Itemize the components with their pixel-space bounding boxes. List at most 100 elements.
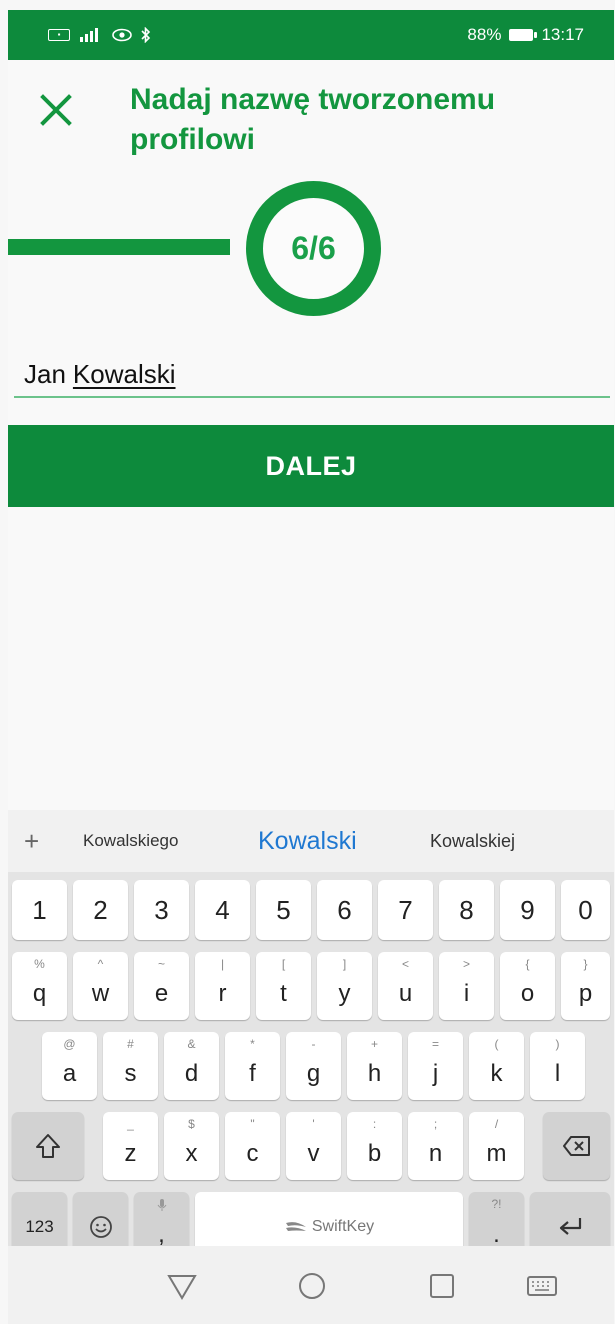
next-button[interactable]: DALEJ (8, 425, 614, 507)
key-label: x (185, 1140, 198, 1167)
key-f[interactable]: * f (225, 1032, 280, 1100)
key-label: z (124, 1140, 137, 1167)
key-label: i (463, 980, 470, 1007)
bluetooth-icon (141, 27, 151, 43)
key-label: a (62, 1060, 77, 1087)
space-label: SwiftKey (311, 1218, 375, 1235)
key-x[interactable]: $ x (164, 1112, 219, 1180)
signal-icon (80, 28, 98, 42)
key-label: u (398, 980, 413, 1007)
shift-key[interactable] (12, 1112, 84, 1180)
key-label: e (154, 980, 169, 1007)
key-o[interactable]: {o (500, 952, 555, 1020)
key-z[interactable]: _ z (103, 1112, 158, 1180)
key-1[interactable]: 1 (12, 880, 67, 940)
suggestion-right[interactable]: Kowalskiej (430, 810, 515, 872)
key-label: r (218, 980, 227, 1007)
status-icons: ▪ (48, 27, 152, 43)
swiftkey-logo-icon (285, 1222, 306, 1231)
mic-icon (157, 1199, 166, 1211)
key-alt: ( (494, 1037, 499, 1051)
key-2[interactable]: 2 (73, 880, 128, 940)
close-icon (40, 94, 72, 126)
clock: 13:17 (541, 25, 584, 44)
shift-icon (36, 1134, 60, 1158)
key-label: m (486, 1140, 507, 1167)
key-alt: $ (188, 1117, 195, 1131)
key-alt: [ (281, 957, 286, 971)
key-alt: : (372, 1117, 377, 1131)
name-first-word: Jan (24, 359, 66, 389)
key-b[interactable]: :b (347, 1112, 402, 1180)
key-w[interactable]: ^ w (73, 952, 128, 1020)
key-alt: > (462, 957, 470, 971)
key-alt: ^ (97, 957, 104, 971)
key-0[interactable]: 0 (561, 880, 610, 940)
key-m[interactable]: / m (469, 1112, 524, 1180)
period-alt: ?! (491, 1197, 502, 1211)
progress-track (8, 239, 230, 255)
key-l[interactable]: ) l (530, 1032, 585, 1100)
plus-icon[interactable]: + (24, 826, 39, 857)
header: Nadaj nazwę tworzonemu profilowi (8, 60, 614, 190)
key-alt: _ (127, 1117, 134, 1131)
key-label: s (124, 1060, 137, 1087)
emoji-icon (89, 1216, 112, 1238)
page-title: Nadaj nazwę tworzonemu profilowi (130, 83, 496, 156)
key-8[interactable]: 8 (439, 880, 494, 940)
key-label: k (490, 1060, 503, 1087)
key-3[interactable]: 3 (134, 880, 189, 940)
key-s[interactable]: # s (103, 1032, 158, 1100)
key-c[interactable]: " c (225, 1112, 280, 1180)
key-k[interactable]: (k (469, 1032, 524, 1100)
key-a[interactable]: @ a (42, 1032, 97, 1100)
key-label: p (578, 980, 593, 1007)
key-label: n (428, 1140, 443, 1167)
key-4[interactable]: 4 (195, 880, 250, 940)
close-button[interactable] (34, 88, 78, 132)
key-label: o (520, 980, 535, 1007)
key-h[interactable]: + h (347, 1032, 402, 1100)
key-t[interactable]: [t (256, 952, 311, 1020)
keyboard-switch-icon[interactable] (520, 1264, 564, 1308)
app-screen: ▪ 88% 13:17 Nadaj nazwę tworzonemu profi… (8, 10, 614, 1324)
key-e[interactable]: ~ e (134, 952, 189, 1020)
suggestion-center[interactable]: Kowalski (258, 810, 357, 872)
key-label: g (306, 1060, 321, 1087)
key-alt: ' (312, 1117, 315, 1131)
key-label: d (184, 1060, 199, 1087)
key-5[interactable]: 5 (256, 880, 311, 940)
key-r[interactable]: | r (195, 952, 250, 1020)
suggestion-bar: + Kowalskiego Kowalski Kowalskiej (8, 810, 614, 872)
key-n[interactable]: ; n (408, 1112, 463, 1180)
key-q[interactable]: % q (12, 952, 67, 1020)
key-alt: # (127, 1037, 134, 1051)
key-d[interactable]: & d (164, 1032, 219, 1100)
period-label: . (493, 1221, 500, 1248)
sim-icon: ▪ (48, 29, 70, 41)
key-alt: } (583, 957, 588, 971)
suggestion-left[interactable]: Kowalskiego (83, 810, 178, 872)
key-9[interactable]: 9 (500, 880, 555, 940)
key-alt: - (311, 1037, 316, 1051)
recents-square-icon[interactable] (420, 1264, 464, 1308)
home-circle-icon[interactable] (290, 1264, 334, 1308)
enter-icon (559, 1218, 582, 1235)
comma-label: , (158, 1221, 165, 1248)
key-label: t (280, 980, 287, 1007)
key-u[interactable]: < u (378, 952, 433, 1020)
key-7[interactable]: 7 (378, 880, 433, 940)
backspace-key[interactable] (543, 1112, 610, 1180)
backspace-icon (562, 1136, 590, 1156)
key-alt: ) (555, 1037, 560, 1051)
profile-name-input[interactable]: Jan Kowalski (14, 346, 610, 398)
key-v[interactable]: ' v (286, 1112, 341, 1180)
key-i[interactable]: > i (439, 952, 494, 1020)
key-g[interactable]: -g (286, 1032, 341, 1100)
key-j[interactable]: = j (408, 1032, 463, 1100)
key-6[interactable]: 6 (317, 880, 372, 940)
key-p[interactable]: } p (561, 952, 610, 1020)
key-label: v (307, 1140, 320, 1167)
back-triangle-icon[interactable] (160, 1264, 204, 1308)
key-y[interactable]: ] y (317, 952, 372, 1020)
